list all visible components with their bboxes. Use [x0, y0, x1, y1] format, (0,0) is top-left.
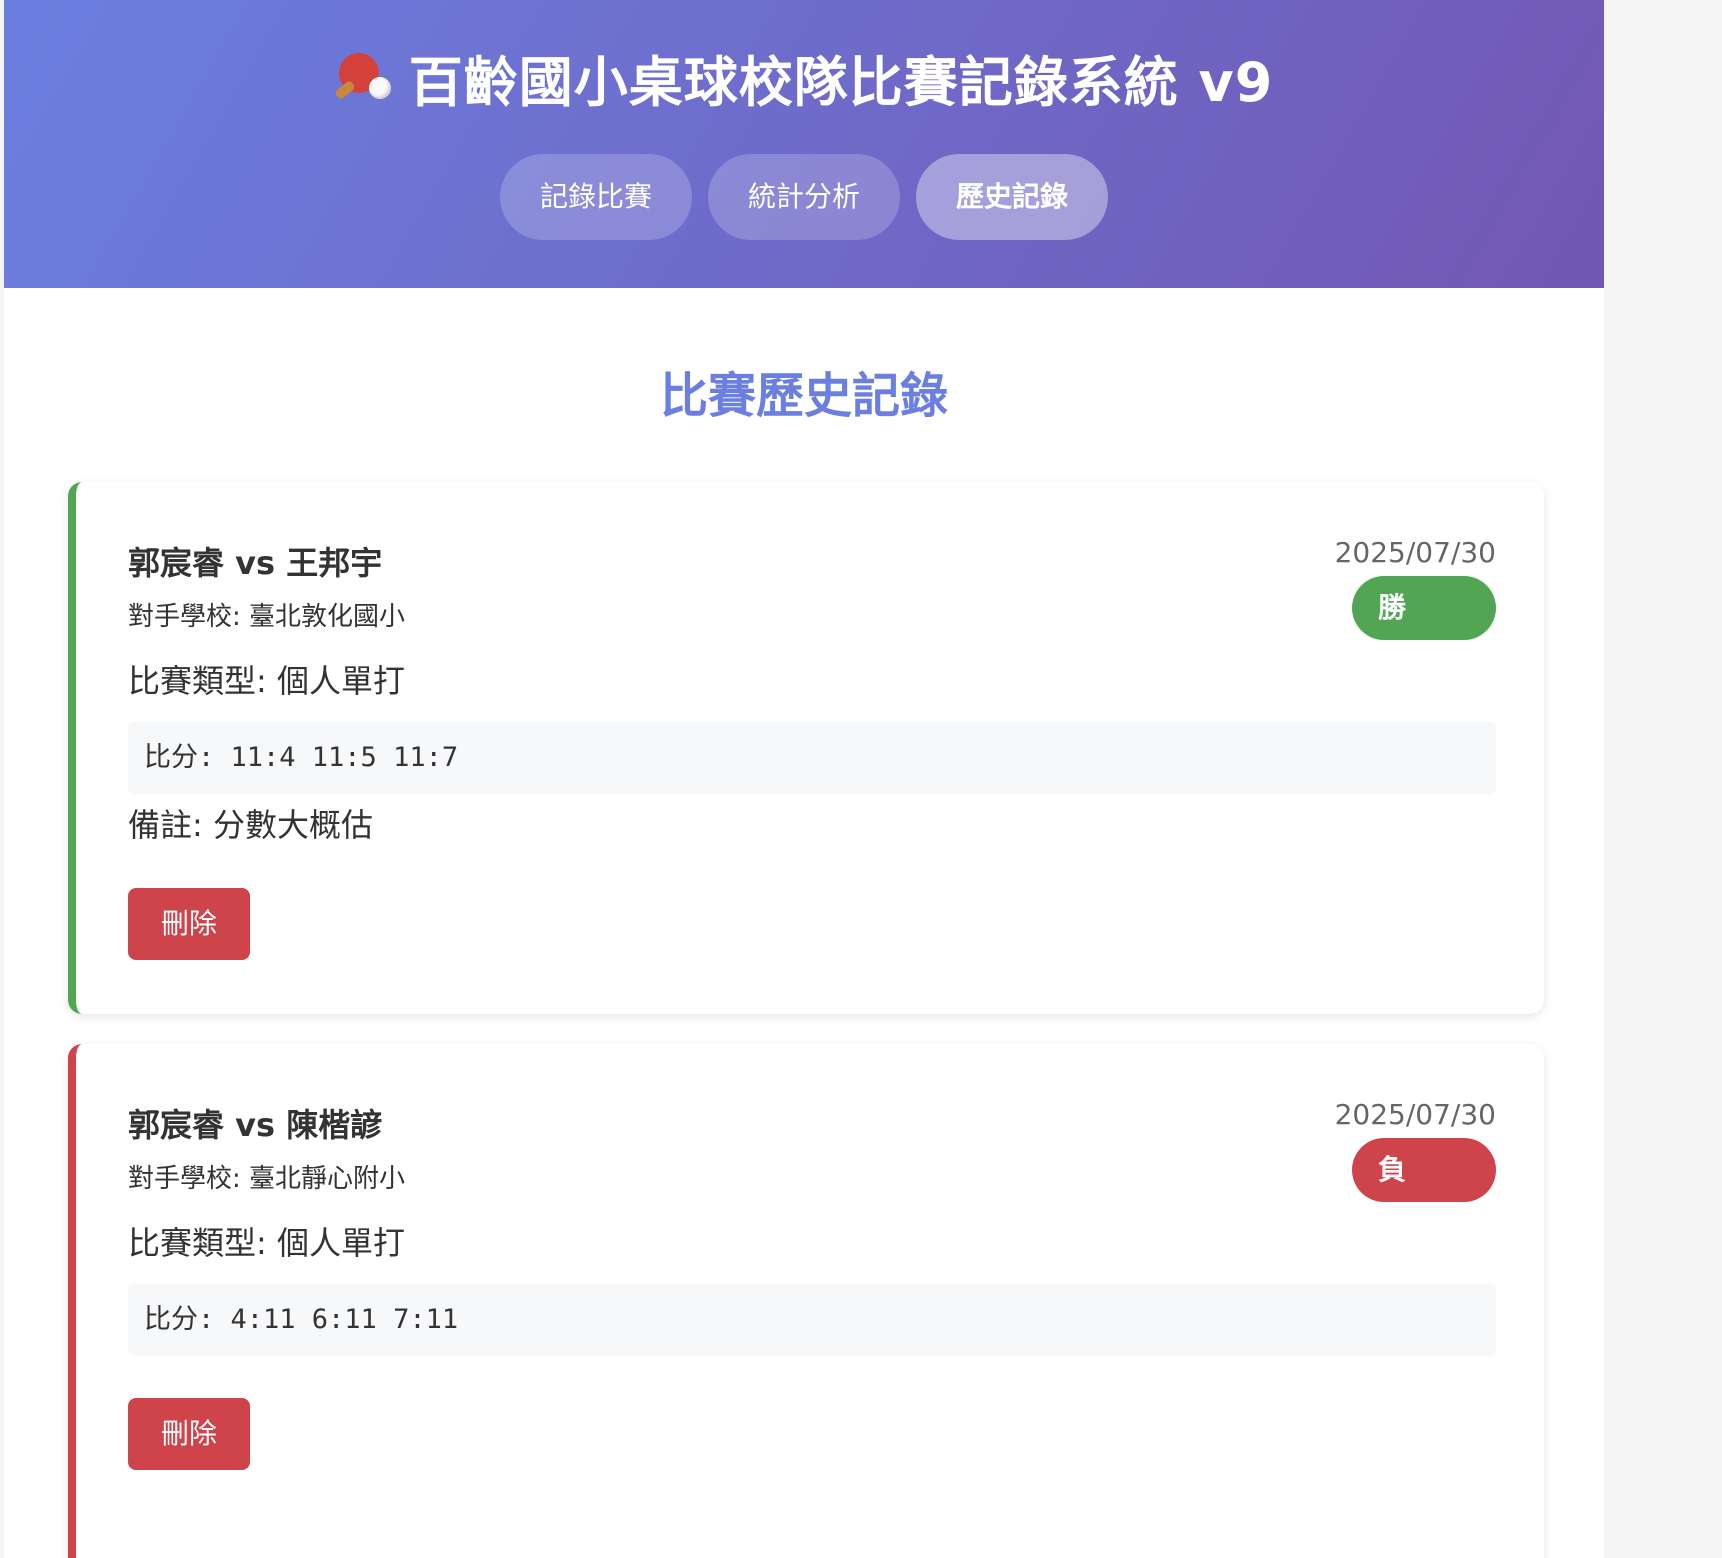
header: 百齡國小桌球校隊比賽記錄系統 v9 記錄比賽 統計分析 歷史記錄 [4, 0, 1604, 288]
tab-statistics[interactable]: 統計分析 [708, 154, 900, 240]
match-type: 比賽類型: 個人單打 [128, 1224, 405, 1262]
result-badge: 負 [1352, 1138, 1496, 1202]
match-card: 郭宸睿 vs 王邦宇 對手學校: 臺北敦化國小 2025/07/30 勝 比賽類… [68, 482, 1544, 1014]
match-card: 郭宸睿 vs 陳楷諺 對手學校: 臺北靜心附小 2025/07/30 負 比賽類… [68, 1044, 1544, 1558]
tab-history[interactable]: 歷史記錄 [916, 154, 1108, 240]
match-players: 郭宸睿 vs 王邦宇 [128, 544, 383, 582]
opponent-school: 對手學校: 臺北靜心附小 [128, 1164, 406, 1194]
opponent-school: 對手學校: 臺北敦化國小 [128, 602, 406, 632]
match-players: 郭宸睿 vs 陳楷諺 [128, 1106, 383, 1144]
app-window: 百齡國小桌球校隊比賽記錄系統 v9 記錄比賽 統計分析 歷史記錄 比賽歷史記錄 郭宸… [4, 0, 1604, 1558]
tab-bar: 記錄比賽 統計分析 歷史記錄 [4, 154, 1604, 240]
delete-button[interactable]: 刪除 [128, 1398, 250, 1470]
match-date: 2025/07/30 [1334, 536, 1496, 569]
match-note: 備註: 分數大概估 [128, 806, 373, 844]
match-date: 2025/07/30 [1334, 1098, 1496, 1131]
delete-button[interactable]: 刪除 [128, 888, 250, 960]
result-badge: 勝 [1352, 576, 1496, 640]
page-title: 比賽歷史記錄 [659, 368, 948, 424]
app-title-text: 百齡國小桌球校隊比賽記錄系統 v9 [408, 51, 1274, 114]
match-score: 比分: 11:4 11:5 11:7 [128, 722, 1496, 794]
ping-pong-icon [333, 47, 395, 107]
match-score: 比分: 4:11 6:11 7:11 [128, 1284, 1496, 1356]
tab-record-match[interactable]: 記錄比賽 [500, 154, 692, 240]
app-title: 百齡國小桌球校隊比賽記錄系統 v9 [4, 38, 1604, 117]
match-type: 比賽類型: 個人單打 [128, 662, 405, 700]
